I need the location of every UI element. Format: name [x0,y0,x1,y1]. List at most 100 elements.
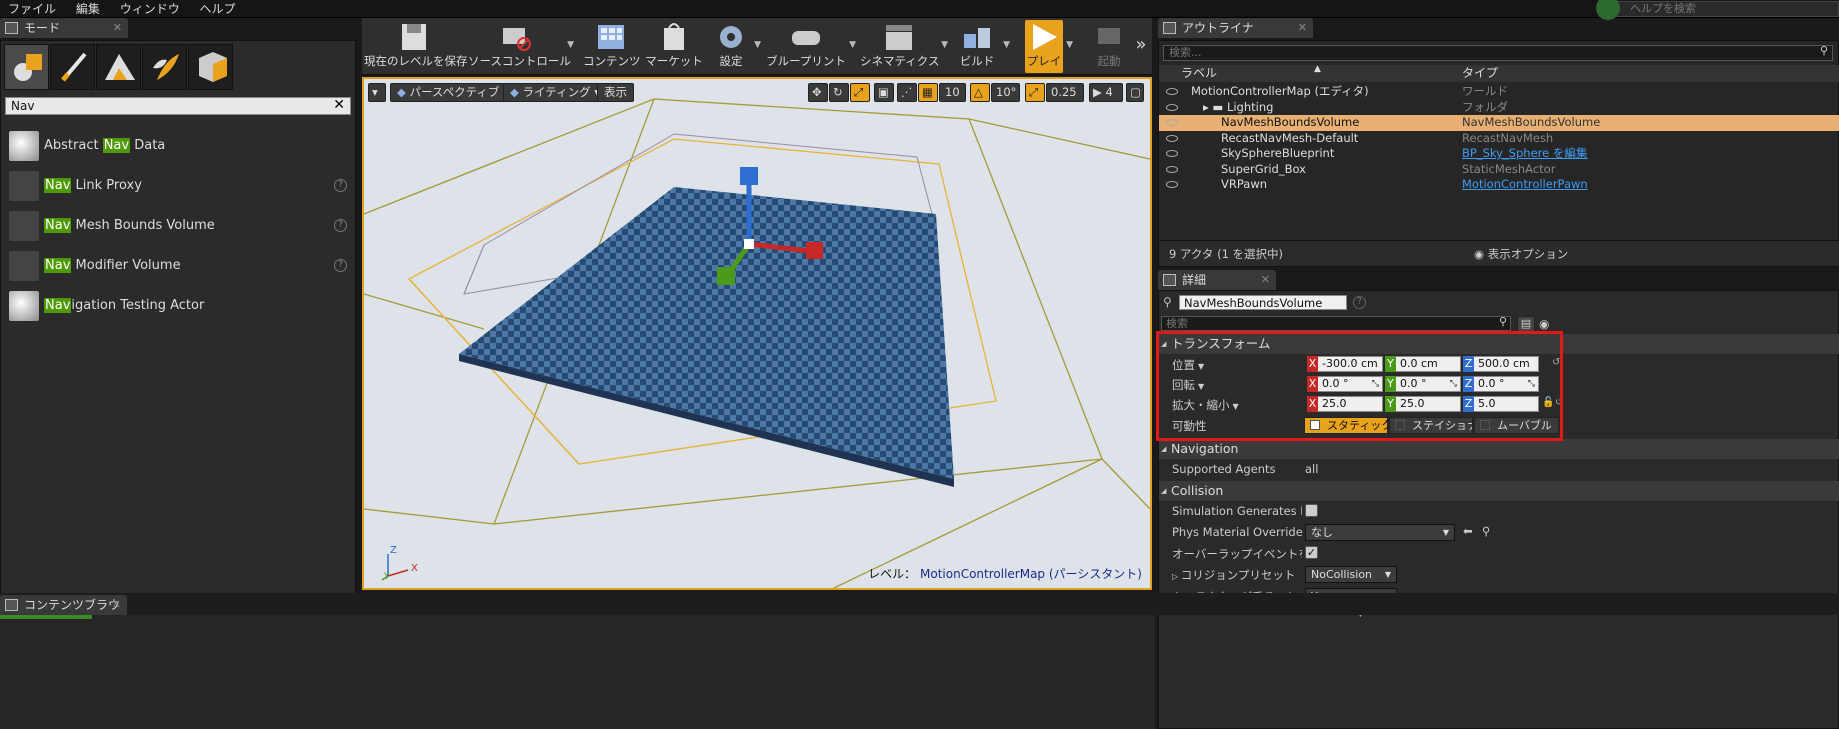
details-search-input[interactable]: 検索 ⚲ [1161,315,1511,331]
property-matrix-icon[interactable]: ▤ [1517,316,1535,332]
settings-button[interactable]: 設定 ▼ [711,20,761,73]
source-control-button[interactable]: ソースコントロール ▼ [468,20,574,73]
scale-snap-toggle[interactable]: ⤢ [1025,83,1045,102]
dropdown-arrow-icon[interactable]: ▼ [1066,40,1073,50]
outliner-row-selected[interactable]: NavMeshBoundsVolume NavMeshBoundsVolume [1159,115,1839,131]
coordinate-space-button[interactable]: ▣ [874,83,894,102]
menu-help[interactable]: ヘルプ [192,0,244,18]
eye-icon[interactable] [1166,181,1178,188]
eye-icon[interactable] [1166,103,1178,111]
outliner-search-input[interactable]: 検索... ⚲ [1163,44,1833,61]
marketplace-button[interactable]: マーケット [645,20,703,73]
outliner-row[interactable]: RecastNavMesh-Default RecastNavMesh [1159,131,1839,147]
grid-snap-toggle[interactable]: ▦ [918,83,938,102]
eye-icon[interactable] [1166,150,1178,157]
eye-icon[interactable] [1166,119,1178,126]
menu-edit[interactable]: 編集 [68,0,108,18]
outliner-footer: 9 アクタ (1 を選択中) ◉ 表示オプション [1159,240,1839,266]
help-icon[interactable]: ? [1353,296,1366,309]
clear-search-icon[interactable]: ✕ [333,97,345,113]
use-selected-arrow-icon[interactable]: ⬅ [1463,524,1473,538]
close-icon[interactable]: ✕ [1298,18,1307,38]
show-button[interactable]: 表示 [597,83,634,102]
geometry-mode-button[interactable] [188,44,233,90]
column-label[interactable]: ラベル [1181,65,1217,82]
content-button[interactable]: コンテンツ [583,20,641,73]
eye-icon[interactable] [1166,134,1178,142]
cinematics-button[interactable]: シネマティクス ▼ [860,20,948,73]
place-mode-button[interactable] [4,44,49,90]
scale-snap-value[interactable]: 0.25 [1046,83,1084,102]
grid-snap-value[interactable]: 10 [939,83,966,102]
eye-icon[interactable] [1166,88,1178,95]
column-type[interactable]: タイプ [1462,65,1498,82]
visibility-eye-icon[interactable]: ◉ [1539,317,1549,331]
dropdown-arrow-icon[interactable]: ▼ [567,40,574,50]
outliner-row[interactable]: SkySphereBlueprint BP_Sky_Sphere を編集 [1159,146,1839,162]
dropdown-arrow-icon[interactable]: ▼ [1003,40,1010,50]
modes-search-input[interactable]: Nav ✕ [5,97,351,115]
rotate-icon: ↻ [833,85,843,99]
place-item-nav-mesh-bounds-volume[interactable]: Nav Mesh Bounds Volume ? [1,206,355,246]
outliner-row[interactable]: SuperGrid_Box StaticMeshActor [1159,162,1839,178]
scale-tool-button[interactable]: ⤢ [850,83,870,102]
dropdown-arrow-icon[interactable]: ▼ [849,40,856,50]
sim-hit-events-checkbox[interactable] [1305,504,1318,517]
phys-material-select[interactable]: なし [1305,524,1455,541]
object-name-field[interactable]: NavMeshBoundsVolume [1179,295,1347,310]
help-icon[interactable]: ? [334,219,347,232]
translate-tool-button[interactable]: ✥ [808,83,828,102]
tab-content-browser[interactable]: コンテンツブラウザ ✕ [0,595,127,632]
menu-bar: ファイル 編集 ウィンドウ ヘルプ [0,0,1839,18]
help-icon[interactable]: ? [334,179,347,192]
tab-details[interactable]: 詳細 ✕ [1158,270,1276,290]
close-icon[interactable]: ✕ [1261,270,1270,290]
place-item-nav-modifier-volume[interactable]: Nav Modifier Volume ? [1,246,355,286]
tab-outliner[interactable]: アウトライナ ✕ [1158,18,1313,38]
menu-file[interactable]: ファイル [0,0,64,18]
rotate-tool-button[interactable]: ↻ [829,83,849,102]
dropdown-arrow-icon[interactable]: ▼ [941,40,948,50]
close-icon[interactable]: ✕ [113,18,122,38]
foliage-mode-button[interactable] [142,44,187,90]
menu-window[interactable]: ウィンドウ [112,0,188,18]
close-icon[interactable]: ✕ [112,595,121,615]
modes-icon [5,22,18,34]
eye-icon[interactable] [1166,165,1178,173]
rotation-snap-toggle[interactable]: △ [970,83,990,102]
camera-speed-button[interactable]: ▶ 4 [1089,83,1123,102]
place-item-nav-link-proxy[interactable]: Nav Link Proxy ? [1,166,355,206]
build-button[interactable]: ビルド ▼ [954,20,1010,73]
maximize-viewport-button[interactable]: ▢ [1126,83,1144,102]
landscape-mode-button[interactable] [96,44,141,90]
help-search-input[interactable]: ヘルプを検索 [1596,0,1839,20]
perspective-button[interactable]: ◆ パースペクティブ ▾ [390,83,516,102]
rotation-snap-value[interactable]: 10° [991,83,1020,102]
section-collision[interactable]: Collision [1159,481,1839,501]
section-navigation[interactable]: Navigation [1159,439,1839,459]
help-icon[interactable]: ? [334,259,347,272]
browse-search-icon[interactable]: ⚲ [1482,524,1490,538]
paint-mode-button[interactable] [50,44,95,90]
viewport-options-button[interactable]: ▾ [368,83,386,102]
outliner-row[interactable]: MotionControllerMap (エディタ) ワールド [1159,84,1839,100]
search-icon: ⚲ [1498,315,1507,328]
place-item-abstract-nav-data[interactable]: Abstract Nav Data [1,126,355,166]
blueprints-button[interactable]: ブループリント ▼ [766,20,856,73]
level-viewport[interactable]: ▾ ◆ パースペクティブ ▾ ◆ ライティング ▾ 表示 ✥ ↻ ⤢ ▣ ⋰ ▦… [362,77,1152,590]
place-item-navigation-testing-actor[interactable]: Navigation Testing Actor [1,286,355,326]
outliner-row[interactable]: VRPawn MotionControllerPawn [1159,177,1839,193]
toolbar-more-button[interactable]: » [1132,20,1150,73]
collision-preset-select[interactable]: NoCollision [1305,566,1397,583]
outliner-row[interactable]: ▸ ▬ Lighting フォルダ [1159,100,1839,116]
launch-button[interactable]: 起動 [1088,20,1130,73]
view-options-button[interactable]: ◉ 表示オプション [1474,241,1568,267]
play-button[interactable]: プレイ ▼ [1025,20,1073,73]
lighting-mode-button[interactable]: ◆ ライティング ▾ [503,83,608,102]
search-icon: ⚲ [1819,44,1828,57]
tab-modes[interactable]: モード ✕ [0,18,128,38]
save-level-button[interactable]: 現在のレベルを保存 [364,20,468,73]
surface-snap-button[interactable]: ⋰ [897,83,917,102]
dropdown-arrow-icon[interactable]: ▼ [754,40,761,50]
overlap-events-checkbox[interactable]: ✓ [1305,546,1318,559]
